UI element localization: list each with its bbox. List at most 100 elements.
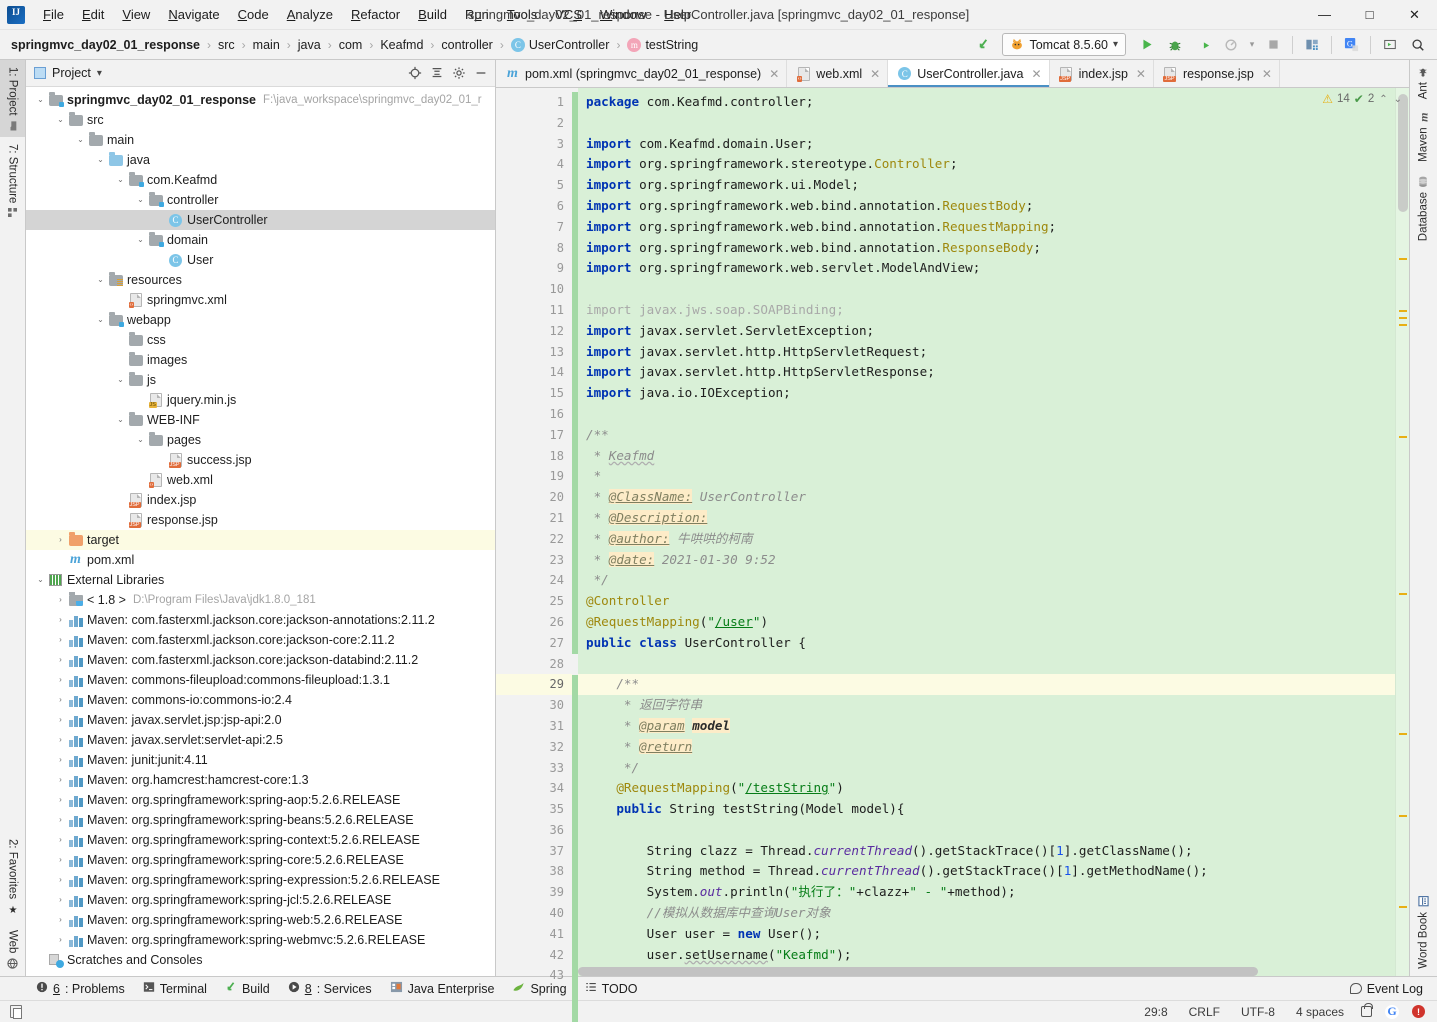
close-tab-icon[interactable]: ✕ [1136,67,1146,81]
sidebar-item-structure[interactable]: 7: Structure [0,137,25,224]
code-line[interactable]: String clazz = Thread.currentThread().ge… [578,841,1395,862]
chevron-right-icon[interactable]: › [54,756,67,764]
line-number[interactable]: 35🍃@⊟ [496,799,572,820]
line-number[interactable]: 14 [496,362,572,383]
close-tab-icon[interactable]: ✕ [1262,67,1272,81]
editor-tab-bar[interactable]: mpom.xml (springmvc_day02_01_response)✕‹… [496,60,1409,88]
tree-node[interactable]: ⌄src [26,110,495,130]
chevron-down-icon[interactable]: ⌄ [34,576,47,584]
stripe-warning-mark[interactable] [1399,733,1407,735]
code-line[interactable]: * Keafmd [578,446,1395,467]
tree-node[interactable]: ⌄resources [26,270,495,290]
tree-node[interactable]: images [26,350,495,370]
tree-node[interactable]: ⌄js [26,370,495,390]
chevron-down-icon[interactable]: ▾ [97,68,102,79]
code-line[interactable]: import org.springframework.web.servlet.M… [578,258,1395,279]
caret-position[interactable]: 29:8 [1140,1003,1171,1021]
line-number[interactable]: 8 [496,238,572,259]
hide-panel-icon[interactable] [471,63,491,83]
tool-window-button[interactable]: Build [217,979,278,998]
line-number[interactable]: 43 [496,965,572,986]
indent-setting[interactable]: 4 spaces [1292,1003,1348,1021]
code-text-area[interactable]: package com.Keafmd.controller; import com… [578,88,1395,976]
code-line[interactable]: package com.Keafmd.controller; [578,92,1395,113]
menu-vcs[interactable]: VCS [546,4,591,25]
line-number[interactable]: 27🍃 [496,633,572,654]
line-number[interactable]: 26⊟ [496,612,572,633]
line-separator[interactable]: CRLF [1185,1003,1224,1021]
code-line[interactable]: import javax.jws.soap.SOAPBinding; [578,300,1395,321]
tree-node[interactable]: CUser [26,250,495,270]
chevron-right-icon[interactable]: › [54,776,67,784]
project-tree[interactable]: ⌄springmvc_day02_01_responseF:\java_work… [26,87,495,976]
previous-problem-icon[interactable]: ⌃ [1378,94,1388,105]
chevron-right-icon[interactable]: › [54,676,67,684]
sidebar-item-database[interactable]: Database [1410,169,1437,248]
close-tab-icon[interactable]: ✕ [769,67,779,81]
code-line[interactable]: System.out.println("执行了："+clazz+" - "+me… [578,882,1395,903]
code-line[interactable]: */ [578,570,1395,591]
code-line[interactable]: import org.springframework.web.bind.anno… [578,217,1395,238]
tree-node[interactable]: CUserController [26,210,495,230]
line-number[interactable]: 23 [496,550,572,571]
chevron-down-icon[interactable]: ⌄ [94,156,107,164]
line-number[interactable]: 34 [496,778,572,799]
menu-view[interactable]: View [113,4,159,25]
code-line[interactable]: * @Description: [578,508,1395,529]
run-configuration-selector[interactable]: Tomcat 8.5.60 ▾ [1002,33,1126,56]
select-opened-file-icon[interactable] [405,63,425,83]
breadcrumb-item-java[interactable]: java [296,37,323,53]
tree-node[interactable]: ›Maven: javax.servlet.jsp:jsp-api:2.0 [26,710,495,730]
close-tab-icon[interactable]: ✕ [870,67,880,81]
tree-node[interactable]: JSPresponse.jsp [26,510,495,530]
tree-node[interactable]: ›Maven: org.springframework:spring-conte… [26,830,495,850]
tree-node[interactable]: ›Maven: junit:junit:4.11 [26,750,495,770]
chevron-right-icon[interactable]: › [54,916,67,924]
code-line[interactable] [578,820,1395,841]
editor-tab[interactable]: ‹›web.xml✕ [787,60,888,87]
line-number[interactable]: 15⊟ [496,383,572,404]
line-number[interactable]: 4 [496,154,572,175]
tree-node[interactable]: ⌄java [26,150,495,170]
code-line[interactable]: import org.springframework.stereotype.Co… [578,154,1395,175]
chevron-down-icon[interactable]: ⌄ [134,196,147,204]
chevron-right-icon[interactable]: › [54,696,67,704]
line-number[interactable]: 41 [496,924,572,945]
tree-node[interactable]: ⌄domain [26,230,495,250]
file-encoding[interactable]: UTF-8 [1237,1003,1279,1021]
tool-window-button[interactable]: TODO [577,979,646,998]
next-problem-icon[interactable]: ⌄ [1393,94,1403,105]
event-log-button[interactable]: Event Log [1344,980,1429,998]
chevron-down-icon[interactable]: ⌄ [114,376,127,384]
line-number[interactable]: 2 [496,113,572,134]
chevron-right-icon[interactable]: › [54,716,67,724]
code-line[interactable]: import com.Keafmd.domain.User; [578,134,1395,155]
tree-node[interactable]: ›Maven: javax.servlet:servlet-api:2.5 [26,730,495,750]
line-number[interactable]: 7 [496,217,572,238]
line-number[interactable]: 10 [496,279,572,300]
chevron-right-icon[interactable]: › [54,796,67,804]
tree-node[interactable]: ›Maven: com.fasterxml.jackson.core:jacks… [26,630,495,650]
line-number[interactable]: 6 [496,196,572,217]
line-number[interactable]: 9 [496,258,572,279]
menu-code[interactable]: Code [229,4,278,25]
menu-window[interactable]: Window [591,4,655,25]
collapse-all-icon[interactable] [427,63,447,83]
tree-node[interactable]: ›target [26,530,495,550]
line-number[interactable]: 30 [496,695,572,716]
code-line[interactable]: String method = Thread.currentThread().g… [578,861,1395,882]
code-line[interactable]: @Controller [578,591,1395,612]
build-project-icon[interactable] [970,33,996,57]
sidebar-item-favorites[interactable]: 2: Favorites ★ [0,832,25,922]
error-circle-icon[interactable]: ! [1412,1005,1425,1018]
menu-tools[interactable]: Tools [498,4,546,25]
tree-node[interactable]: ⌄main [26,130,495,150]
chevron-down-icon[interactable]: ⌄ [134,236,147,244]
breadcrumb-item-usercontroller[interactable]: CUserController [509,37,612,53]
code-line[interactable]: import javax.servlet.http.HttpServletRes… [578,362,1395,383]
chevron-right-icon[interactable]: › [54,816,67,824]
breadcrumb-item-teststring[interactable]: mtestString [625,37,700,53]
code-line[interactable]: import javax.servlet.http.HttpServletReq… [578,342,1395,363]
document-icon[interactable] [10,1005,22,1018]
translate-icon[interactable]: G [1338,33,1364,57]
